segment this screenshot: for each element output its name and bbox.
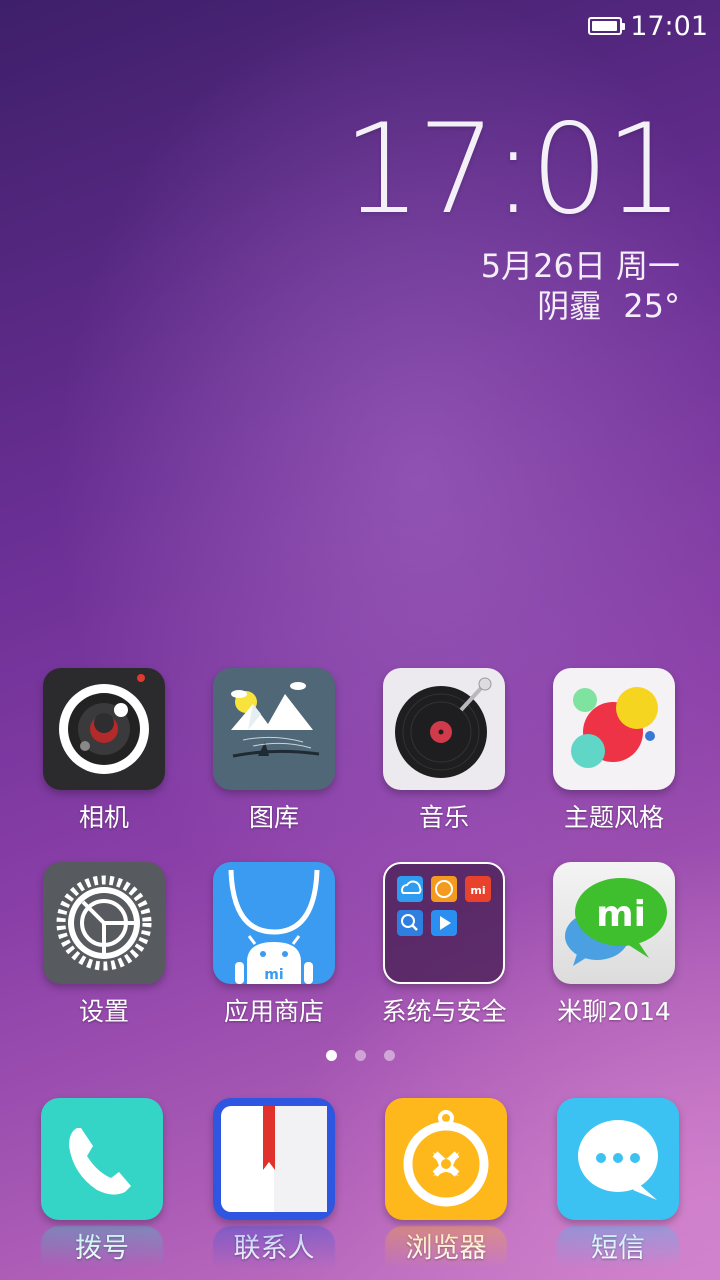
battery-icon [588,17,626,35]
reflection [385,1226,507,1268]
app-camera[interactable]: 相机 [19,668,189,834]
app-music[interactable]: 音乐 [359,668,529,834]
app-label: 图库 [248,803,299,832]
svg-text:mi: mi [264,967,283,983]
page-dot[interactable] [325,1050,337,1061]
svg-text:mi: mi [470,884,485,897]
app-label: 主题风格 [563,803,664,832]
weather-info: 阴霾 25° [343,286,680,326]
themes-icon [553,668,675,790]
page-indicator[interactable] [0,1050,720,1061]
reflection [557,1226,679,1268]
app-store[interactable]: mi 应用商店 [189,862,359,1028]
page-dot[interactable] [383,1050,395,1061]
app-label: 音乐 [418,803,469,832]
phone-icon [41,1098,163,1220]
weather-condition: 阴霾 [537,287,602,325]
status-bar: 17:01 [588,8,708,44]
folder-icon: mi [383,862,505,984]
browser-icon [385,1098,507,1220]
clock-time: 17:01 [342,98,684,242]
app-label: 系统与安全 [381,997,507,1026]
dock-phone[interactable]: 拨号 [17,1098,187,1268]
settings-icon [43,862,165,984]
svg-text:mi: mi [596,894,646,935]
messages-icon [557,1098,679,1220]
app-store-icon: mi [213,862,335,984]
app-label: 应用商店 [223,997,324,1026]
gallery-icon [213,668,335,790]
camera-icon [43,668,165,790]
weather-temperature: 25° [623,287,680,325]
dock-messages[interactable]: 短信 [533,1098,703,1268]
dock: 拨号 联系人 浏览器 短信 [0,1098,720,1280]
status-time: 17:01 [630,10,708,42]
app-label: 米聊2014 [557,997,671,1026]
app-label: 设置 [78,997,129,1026]
app-miliao[interactable]: mi 米聊2014 [529,862,699,1028]
music-icon [383,668,505,790]
app-label: 相机 [78,803,129,832]
reflection [213,1226,335,1268]
contacts-icon [213,1098,335,1220]
folder-system-security[interactable]: mi 系统与安全 [359,862,529,1028]
clock-widget[interactable]: 17:01 5月26日 周一 阴霾 25° [342,98,684,326]
reflection [41,1226,163,1268]
page-dot[interactable] [354,1050,366,1061]
dock-contacts[interactable]: 联系人 [189,1098,359,1268]
app-gallery[interactable]: 图库 [189,668,359,834]
dock-browser[interactable]: 浏览器 [361,1098,531,1268]
app-settings[interactable]: 设置 [19,862,189,1028]
clock-date: 5月26日 周一 [480,247,680,285]
app-themes[interactable]: 主题风格 [529,668,699,834]
miliao-icon: mi [553,862,675,984]
